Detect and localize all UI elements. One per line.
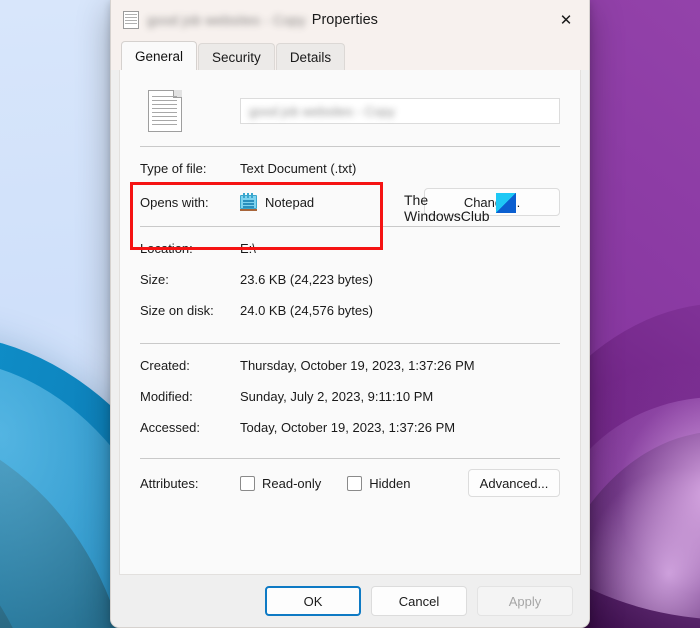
file-name-block: good job websites - Copy (140, 84, 560, 136)
file-name-value-redacted: good job websites - Copy (249, 103, 395, 119)
readonly-checkbox[interactable] (240, 475, 255, 491)
cancel-button[interactable]: Cancel (371, 586, 467, 616)
title-filename-redacted: good job websites - Copy (147, 12, 306, 28)
divider-3 (140, 343, 560, 344)
apply-button[interactable]: Apply (477, 586, 573, 616)
type-of-file-row: Type of file: Text Document (.txt) (140, 157, 560, 179)
size-on-disk-value: 24.0 KB (24,576 bytes) (240, 302, 373, 318)
advanced-button[interactable]: Advanced... (468, 469, 560, 497)
location-row: Location: E:\ (140, 237, 560, 259)
file-name-input[interactable]: good job websites - Copy (240, 98, 560, 124)
opens-with-label: Opens with: (140, 194, 209, 210)
hidden-checkbox[interactable] (347, 475, 363, 491)
ok-button[interactable]: OK (265, 586, 361, 616)
modified-label: Modified: (140, 388, 193, 404)
title-bar: good job websites - Copy Properties ✕ (111, 0, 589, 40)
desktop-wallpaper: good job websites - Copy Properties ✕ Ge… (0, 0, 700, 628)
created-value: Thursday, October 19, 2023, 1:37:26 PM (240, 357, 475, 373)
size-on-disk-row: Size on disk: 24.0 KB (24,576 bytes) (140, 299, 560, 321)
readonly-checkbox-wrap[interactable]: Read-only (240, 475, 322, 491)
location-label: Location: (140, 240, 193, 256)
modified-value: Sunday, July 2, 2023, 9:11:10 PM (240, 388, 434, 404)
dialog-footer: OK Cancel Apply (111, 575, 589, 627)
readonly-label: Read-only (262, 475, 322, 491)
accessed-label: Accessed: (140, 419, 200, 435)
accessed-row: Accessed: Today, October 19, 2023, 1:37:… (140, 416, 560, 438)
divider-2 (140, 226, 560, 227)
attributes-row: Attributes: Read-only Hidden Advanced... (140, 469, 560, 497)
attributes-label: Attributes: (140, 475, 199, 491)
close-icon[interactable]: ✕ (543, 0, 589, 40)
properties-dialog: good job websites - Copy Properties ✕ Ge… (110, 0, 590, 628)
type-of-file-label: Type of file: (140, 160, 207, 176)
window-title: Properties (311, 12, 378, 28)
tab-security[interactable]: Security (198, 43, 275, 70)
divider-1 (140, 146, 560, 147)
notepad-icon (240, 193, 257, 211)
general-tab-panel: good job websites - Copy Type of file: T… (119, 70, 581, 575)
opens-with-value: Notepad (265, 194, 315, 210)
type-of-file-value: Text Document (.txt) (240, 160, 357, 176)
modified-row: Modified: Sunday, July 2, 2023, 9:11:10 … (140, 385, 560, 407)
tab-details[interactable]: Details (275, 43, 346, 70)
created-label: Created: (140, 357, 190, 373)
location-value: E:\ (240, 240, 256, 256)
document-icon (123, 11, 139, 29)
file-document-icon (148, 90, 182, 132)
accessed-value: Today, October 19, 2023, 1:37:26 PM (240, 419, 456, 435)
change-button[interactable]: Change... (424, 188, 560, 216)
hidden-checkbox-wrap[interactable]: Hidden (347, 475, 411, 491)
tab-general[interactable]: General (121, 41, 198, 70)
created-row: Created: Thursday, October 19, 2023, 1:3… (140, 354, 560, 376)
size-on-disk-label: Size on disk: (140, 302, 214, 318)
size-row: Size: 23.6 KB (24,223 bytes) (140, 268, 560, 290)
opens-with-row: Opens with: Notepad Change... (140, 188, 560, 216)
size-label: Size: (140, 271, 169, 287)
divider-4 (140, 458, 560, 459)
hidden-label: Hidden (369, 475, 411, 491)
tab-strip: General Security Details (111, 40, 589, 70)
size-value: 23.6 KB (24,223 bytes) (240, 271, 373, 287)
